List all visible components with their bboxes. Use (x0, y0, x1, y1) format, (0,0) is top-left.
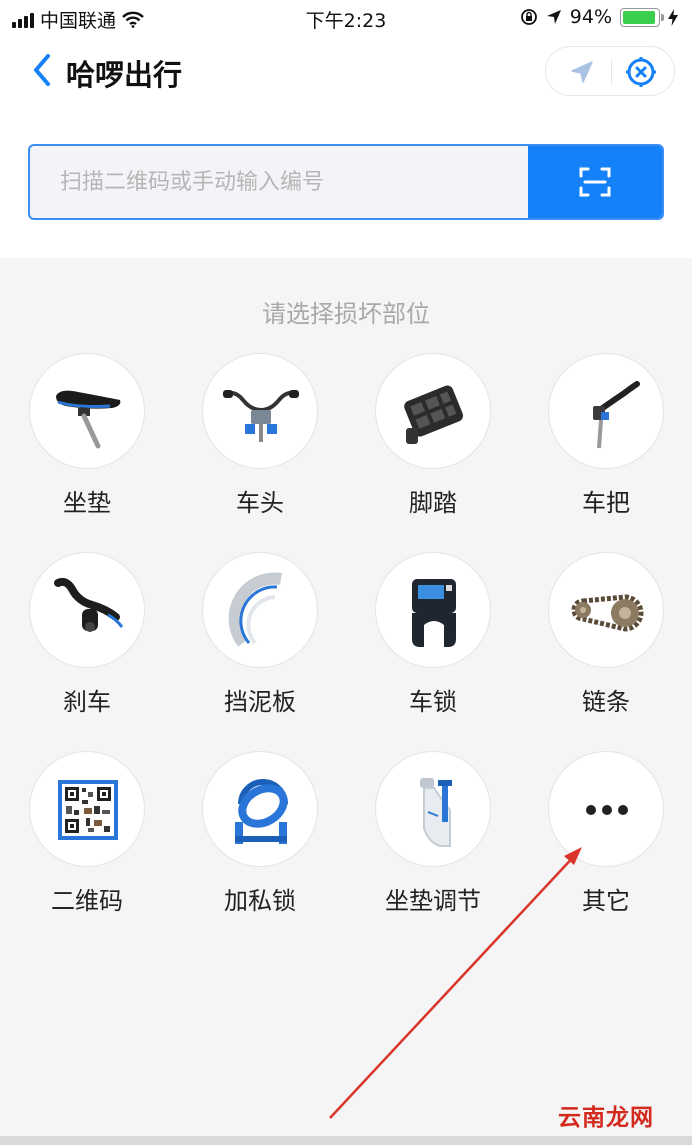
status-right: 94% (520, 6, 678, 28)
more-icon (586, 805, 628, 815)
part-circle (375, 353, 491, 469)
part-label: 车把 (582, 489, 630, 517)
chain-icon (571, 594, 644, 632)
part-circle (548, 751, 664, 867)
part-label: 刹车 (63, 688, 111, 716)
battery-icon (620, 7, 664, 27)
part-chain[interactable]: 链条 (531, 552, 681, 722)
location-arrow-icon (571, 61, 593, 83)
part-label: 其它 (582, 887, 630, 915)
location-status-icon (546, 10, 561, 24)
scan-button[interactable] (528, 146, 662, 218)
part-grip[interactable]: 车把 (531, 353, 681, 523)
battery-fill (623, 10, 655, 24)
location-button[interactable] (564, 54, 600, 90)
lock-icon (412, 579, 456, 647)
part-lock[interactable]: 车锁 (358, 552, 508, 722)
seat-icon (56, 390, 121, 449)
close-target-button[interactable] (623, 54, 659, 90)
part-label: 坐垫 (63, 489, 111, 517)
qr-code-icon (58, 780, 118, 840)
battery-percent: 94% (569, 6, 612, 28)
brake-lever-icon (54, 577, 124, 632)
section-title: 请选择损坏部位 (262, 300, 430, 328)
charging-icon (668, 8, 678, 26)
part-brake[interactable]: 刹车 (12, 552, 162, 722)
part-seat[interactable]: 坐垫 (12, 353, 162, 523)
part-label: 脚踏 (409, 489, 457, 517)
part-circle (202, 751, 318, 867)
part-label: 坐垫调节 (385, 887, 481, 915)
part-label: 加私锁 (224, 887, 296, 915)
part-label: 车锁 (409, 688, 457, 716)
scan-icon (579, 167, 611, 197)
nav-capsule (545, 46, 675, 96)
part-label: 链条 (582, 688, 630, 716)
bike-number-input[interactable] (30, 146, 530, 218)
part-handlebar[interactable]: 车头 (185, 353, 335, 523)
part-circle (375, 751, 491, 867)
bottom-edge (0, 1136, 692, 1145)
part-label: 车头 (236, 489, 284, 517)
part-private-lock[interactable]: 加私锁 (185, 751, 335, 921)
part-circle (548, 552, 664, 668)
part-circle (548, 353, 664, 469)
part-circle (29, 751, 145, 867)
rotation-lock-icon (520, 9, 537, 25)
part-label: 挡泥板 (224, 688, 296, 716)
fender-icon (228, 572, 282, 647)
watermark: 云南龙网 (558, 1105, 654, 1131)
bike-number-search (28, 144, 664, 220)
grip-icon (593, 381, 640, 449)
pedal-icon (404, 385, 464, 444)
seat-adjust-icon (420, 778, 452, 847)
part-other[interactable]: 其它 (531, 751, 681, 921)
part-circle (29, 552, 145, 668)
status-bar: 中国联通 下午2:23 94% (0, 0, 692, 36)
private-lock-icon (235, 779, 288, 844)
part-circle (202, 552, 318, 668)
part-circle (375, 552, 491, 668)
part-fender[interactable]: 挡泥板 (185, 552, 335, 722)
nav-bar: 哈啰出行 (0, 40, 692, 104)
capsule-divider (611, 59, 612, 85)
back-button[interactable] (28, 52, 58, 88)
page-title: 哈啰出行 (66, 58, 183, 92)
handlebar-icon (223, 390, 299, 442)
part-pedal[interactable]: 脚踏 (358, 353, 508, 523)
part-qr-code[interactable]: 二维码 (12, 751, 162, 921)
target-close-icon (626, 57, 656, 87)
part-circle (202, 353, 318, 469)
part-label: 二维码 (51, 887, 123, 915)
chevron-left-icon (34, 54, 50, 86)
part-seat-adjust[interactable]: 坐垫调节 (358, 751, 508, 921)
part-circle (29, 353, 145, 469)
